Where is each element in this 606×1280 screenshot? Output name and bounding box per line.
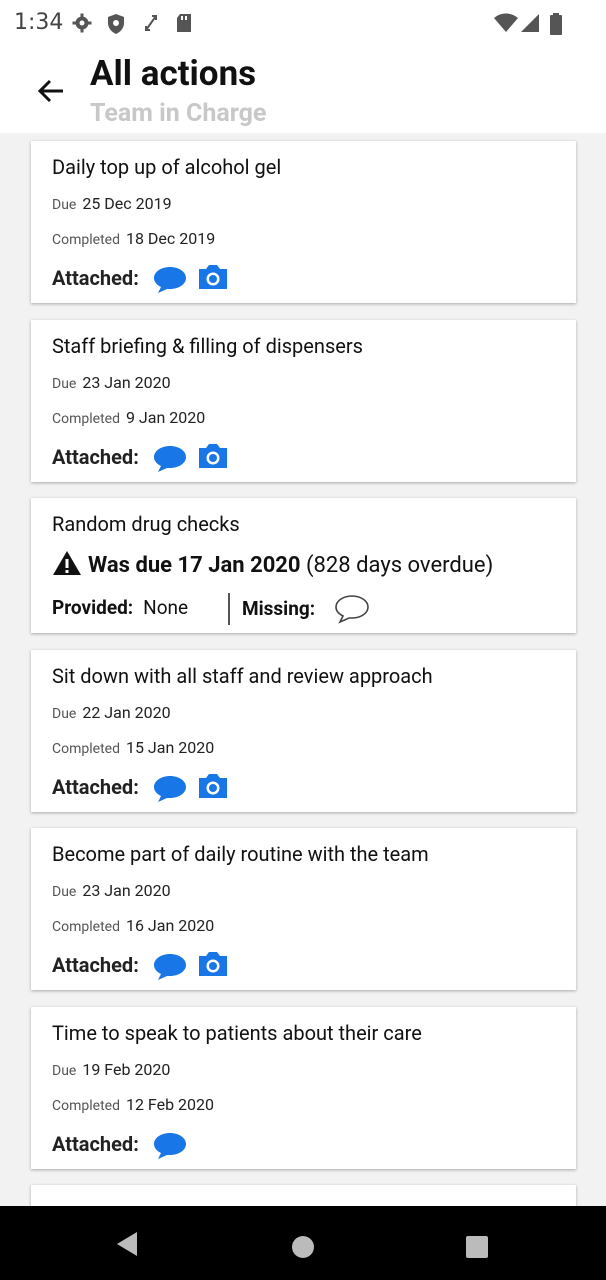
- action-card[interactable]: Staff briefing & filling of dispensers D…: [31, 320, 576, 482]
- sync-arrows-icon: [145, 15, 157, 31]
- chat-bubble-outline-icon: [335, 595, 369, 624]
- due-date: 25 Dec 2019: [82, 194, 172, 213]
- cell-signal-icon: [521, 14, 539, 32]
- attached-label: Attached:: [52, 1132, 139, 1156]
- nav-back-icon[interactable]: [115, 1231, 139, 1257]
- completed-label: Completed: [52, 411, 120, 427]
- camera-icon[interactable]: [197, 950, 229, 978]
- divider: [228, 593, 230, 625]
- completed-date: 16 Jan 2020: [125, 916, 215, 935]
- completed-label: Completed: [52, 232, 120, 248]
- overdue-line: Was due 17 Jan 2020 (828 days overdue): [52, 550, 493, 578]
- nav-home-icon[interactable]: [292, 1236, 314, 1258]
- system-nav-bar: [0, 1206, 606, 1280]
- due-label: Due: [52, 884, 77, 900]
- app-header: All actions Team in Charge: [0, 50, 606, 133]
- provided-label: Provided:: [52, 596, 134, 619]
- provided-value: None: [143, 596, 189, 619]
- chat-bubble-icon[interactable]: [153, 444, 187, 474]
- due-date: 22 Jan 2020: [82, 703, 171, 722]
- camera-icon[interactable]: [197, 772, 229, 800]
- due-row: Due 22 Jan 2020: [52, 703, 171, 722]
- completed-label: Completed: [52, 919, 120, 935]
- camera-icon[interactable]: [197, 263, 229, 291]
- due-date: 23 Jan 2020: [82, 373, 171, 392]
- action-title: Become part of daily routine with the te…: [52, 842, 429, 866]
- due-row: Due 23 Jan 2020: [52, 373, 171, 392]
- due-row: Due 19 Feb 2020: [52, 1060, 170, 1079]
- due-date: 23 Jan 2020: [82, 881, 171, 900]
- overdue-due-date: Was due 17 Jan 2020: [88, 553, 301, 578]
- action-card[interactable]: Time to speak to patients about their ca…: [31, 1007, 576, 1169]
- action-card-overdue[interactable]: Random drug checks Was due 17 Jan 2020 (…: [31, 498, 576, 633]
- action-title: Time to speak to patients about their ca…: [52, 1021, 422, 1045]
- action-card[interactable]: Daily top up of alcohol gel Due 25 Dec 20…: [31, 141, 576, 303]
- action-title: Random drug checks: [52, 512, 240, 536]
- chat-bubble-icon[interactable]: [153, 774, 187, 804]
- chat-bubble-icon[interactable]: [153, 952, 187, 982]
- action-title: Staff briefing & filling of dispensers: [52, 334, 363, 358]
- nav-recents-icon[interactable]: [466, 1236, 488, 1258]
- due-label: Due: [52, 197, 77, 213]
- provided-row: Provided: None: [52, 596, 188, 619]
- action-card-partial[interactable]: [31, 1185, 576, 1206]
- completed-label: Completed: [52, 1098, 120, 1114]
- action-card[interactable]: Become part of daily routine with the te…: [31, 828, 576, 990]
- completed-row: Completed 15 Jan 2020: [52, 738, 214, 757]
- attached-label: Attached:: [52, 775, 139, 799]
- back-arrow-icon[interactable]: [36, 76, 66, 106]
- completed-date: 12 Feb 2020: [125, 1095, 215, 1114]
- actions-list[interactable]: Daily top up of alcohol gel Due 25 Dec 20…: [0, 133, 606, 1206]
- wifi-icon: [494, 13, 518, 32]
- completed-row: Completed 9 Jan 2020: [52, 408, 205, 427]
- attached-label: Attached:: [52, 953, 139, 977]
- attached-label: Attached:: [52, 266, 139, 290]
- status-bar: 1:34: [0, 0, 606, 50]
- action-title: Daily top up of alcohol gel: [52, 155, 282, 179]
- completed-label: Completed: [52, 741, 120, 757]
- completed-date: 15 Jan 2020: [125, 738, 215, 757]
- missing-label: Missing:: [242, 597, 316, 620]
- due-row: Due 25 Dec 2019: [52, 194, 172, 213]
- settings-gear-icon: [72, 13, 92, 33]
- action-card[interactable]: Sit down with all staff and review appro…: [31, 650, 576, 812]
- completed-row: Completed 18 Dec 2019: [52, 229, 215, 248]
- action-title: Sit down with all staff and review appro…: [52, 664, 433, 688]
- battery-icon: [550, 13, 562, 35]
- completed-row: Completed 16 Jan 2020: [52, 916, 214, 935]
- status-time: 1:34: [14, 10, 64, 35]
- sd-card-icon: [177, 14, 191, 32]
- completed-row: Completed 12 Feb 2020: [52, 1095, 214, 1114]
- completed-date: 9 Jan 2020: [125, 408, 206, 427]
- warning-icon: [53, 551, 81, 575]
- camera-icon[interactable]: [197, 442, 229, 470]
- chat-bubble-icon[interactable]: [153, 1131, 187, 1161]
- page-title: All actions: [90, 53, 257, 94]
- overdue-days: (828 days overdue): [306, 553, 494, 578]
- shield-icon: [108, 14, 124, 34]
- screen: 1:34 All actions Team in Charge Daily to…: [0, 0, 606, 1280]
- chat-bubble-icon[interactable]: [153, 265, 187, 295]
- due-date: 19 Feb 2020: [82, 1060, 171, 1079]
- due-label: Due: [52, 376, 77, 392]
- completed-date: 18 Dec 2019: [125, 229, 216, 248]
- attached-label: Attached:: [52, 445, 139, 469]
- due-row: Due 23 Jan 2020: [52, 881, 171, 900]
- due-label: Due: [52, 1063, 77, 1079]
- due-label: Due: [52, 706, 77, 722]
- page-subtitle: Team in Charge: [90, 99, 267, 128]
